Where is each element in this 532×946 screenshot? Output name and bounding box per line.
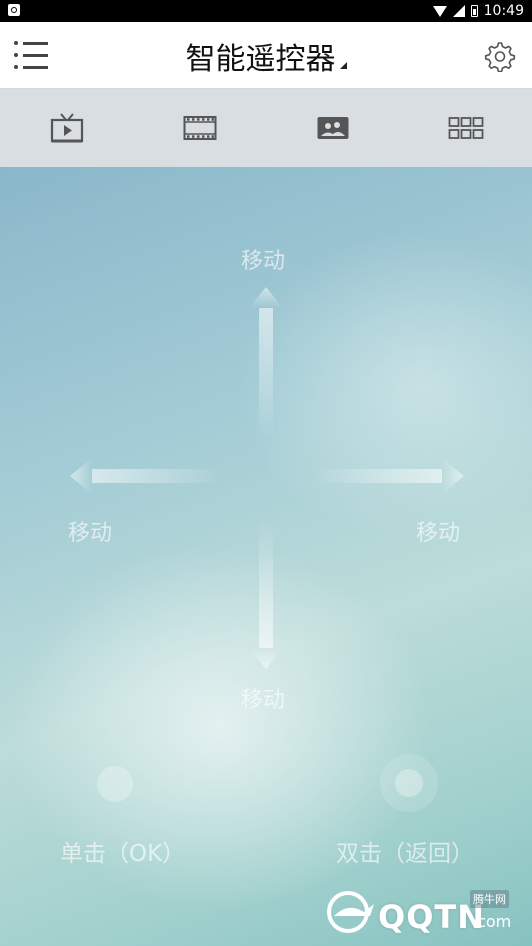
page-title[interactable]: 智能遥控器: [0, 34, 532, 78]
tab-photo[interactable]: [266, 89, 399, 167]
arrow-up-icon: [249, 287, 283, 438]
app-bar: 智能遥控器: [0, 22, 532, 89]
tab-video[interactable]: [133, 89, 266, 167]
move-right-label: 移动: [416, 521, 461, 546]
arrow-left-icon: [70, 458, 220, 494]
move-down-label: 移动: [241, 688, 286, 713]
grid-icon: [448, 117, 483, 139]
film-icon: [183, 116, 216, 140]
status-bar: 10:49: [0, 0, 532, 22]
wifi-icon: [432, 5, 447, 17]
battery-icon: [470, 5, 478, 17]
single-tap-label: 单击（OK）: [60, 841, 186, 867]
single-tap-button[interactable]: [97, 766, 133, 802]
title-text: 智能遥控器: [185, 42, 336, 77]
dropdown-caret-icon: [339, 62, 347, 69]
touch-pad[interactable]: 移动 移动 移动 移动 单击（OK） 双击（返回） QQTN .com 腾牛网: [0, 167, 532, 946]
qqtn-logo-icon: [327, 891, 374, 933]
arrow-right-icon: [312, 458, 464, 494]
gear-icon[interactable]: [484, 40, 516, 73]
arrow-down-icon: [249, 518, 283, 669]
watermark-domain: .com: [472, 912, 512, 931]
status-icons: 10:49: [432, 2, 524, 20]
direction-arrows: [70, 287, 464, 669]
notification-app-icon: [8, 4, 20, 16]
tab-apps[interactable]: [399, 89, 532, 167]
category-tab-bar: [0, 89, 532, 167]
double-tap-label: 双击（返回）: [336, 841, 474, 867]
status-time: 10:49: [483, 3, 524, 19]
signal-icon: [452, 5, 465, 17]
qqtn-watermark: QQTN .com 腾牛网: [324, 884, 524, 940]
move-up-label: 移动: [241, 249, 286, 274]
tab-tv[interactable]: [0, 89, 133, 167]
watermark-brand: QQTN: [378, 898, 486, 936]
watermark-badge: 腾牛网: [470, 890, 509, 908]
double-tap-inner-dot: [395, 769, 423, 797]
image-icon: [317, 117, 348, 139]
tv-icon: [50, 113, 83, 143]
move-left-label: 移动: [68, 521, 113, 546]
double-tap-button[interactable]: [380, 754, 438, 812]
